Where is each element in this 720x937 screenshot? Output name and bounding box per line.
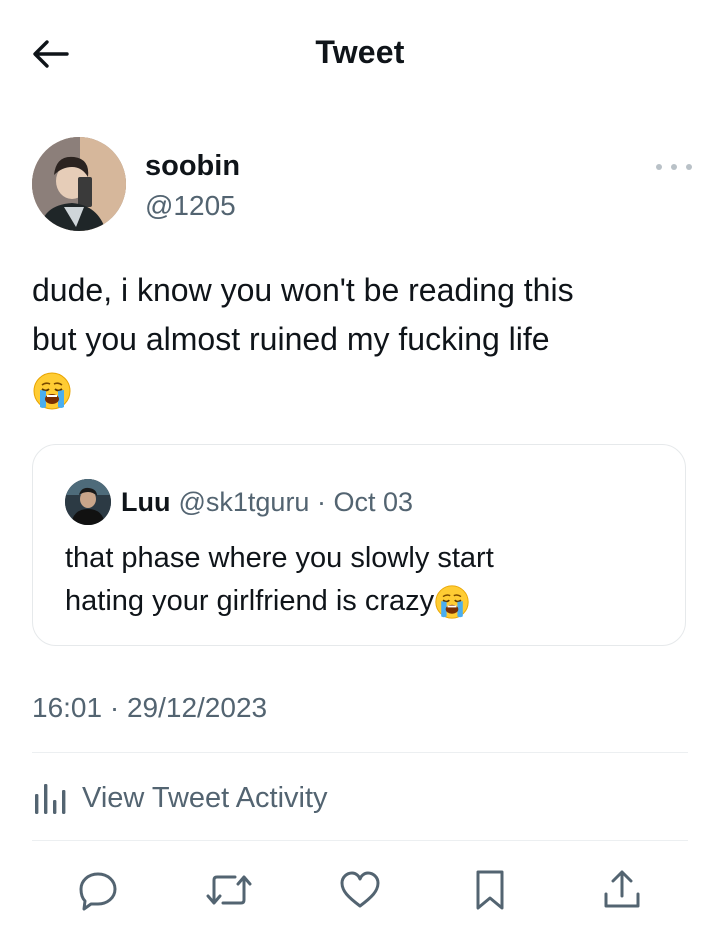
tweet-text-line: but you almost ruined my fucking life	[32, 321, 550, 357]
author-name[interactable]: soobin	[145, 150, 240, 183]
page-title: Tweet	[315, 34, 405, 70]
tweet-emoji-line	[32, 364, 688, 413]
avatar[interactable]	[32, 137, 126, 231]
reply-button[interactable]	[70, 862, 126, 918]
tweet-text: dude, i know you won't be reading this b…	[32, 266, 688, 413]
retweet-button[interactable]	[201, 862, 257, 918]
tweet-timestamp: 16:01 · 29/12/2023	[32, 692, 268, 723]
share-icon	[604, 870, 640, 908]
reply-icon	[79, 872, 117, 911]
loudly-crying-face-icon	[434, 584, 470, 620]
divider	[32, 840, 688, 841]
quoted-avatar[interactable]	[65, 479, 111, 525]
quoted-tweet-header: Luu @sk1tguru · Oct 03	[65, 479, 413, 525]
more-options-button[interactable]	[656, 157, 692, 177]
retweet-icon	[206, 875, 252, 905]
tweet-actions-bar	[0, 862, 720, 918]
view-tweet-activity-label: View Tweet Activity	[82, 781, 328, 814]
tweet-text-line: dude, i know you won't be reading this	[32, 272, 574, 308]
quoted-text-line: hating your girlfriend is crazy	[65, 580, 655, 623]
heart-icon	[340, 871, 380, 908]
author-handle[interactable]: @1205	[145, 190, 236, 222]
avatar-image	[32, 137, 126, 231]
divider	[32, 752, 688, 753]
quoted-text-line: that phase where you slowly start	[65, 542, 494, 574]
quoted-author-meta: @sk1tguru · Oct 03	[178, 486, 413, 517]
bookmark-button[interactable]	[462, 862, 518, 918]
view-tweet-activity-button[interactable]: View Tweet Activity	[32, 775, 328, 821]
more-dot-icon	[656, 164, 662, 170]
bookmark-icon	[476, 870, 504, 910]
quoted-text-line-content: hating your girlfriend is crazy	[65, 585, 435, 617]
quoted-author-name[interactable]: Luu	[121, 487, 170, 518]
more-dot-icon	[686, 164, 692, 170]
loudly-crying-face-icon	[32, 371, 72, 411]
like-button[interactable]	[332, 862, 388, 918]
top-bar: Tweet	[0, 0, 720, 110]
more-dot-icon	[671, 164, 677, 170]
tweet-author: soobin @1205	[32, 137, 692, 233]
quoted-tweet-text: that phase where you slowly start hating…	[65, 537, 655, 623]
quoted-avatar-image	[65, 479, 111, 525]
analytics-bars-icon	[35, 784, 66, 814]
share-button[interactable]	[594, 862, 650, 918]
quoted-tweet[interactable]: Luu @sk1tguru · Oct 03 that phase where …	[32, 444, 686, 646]
